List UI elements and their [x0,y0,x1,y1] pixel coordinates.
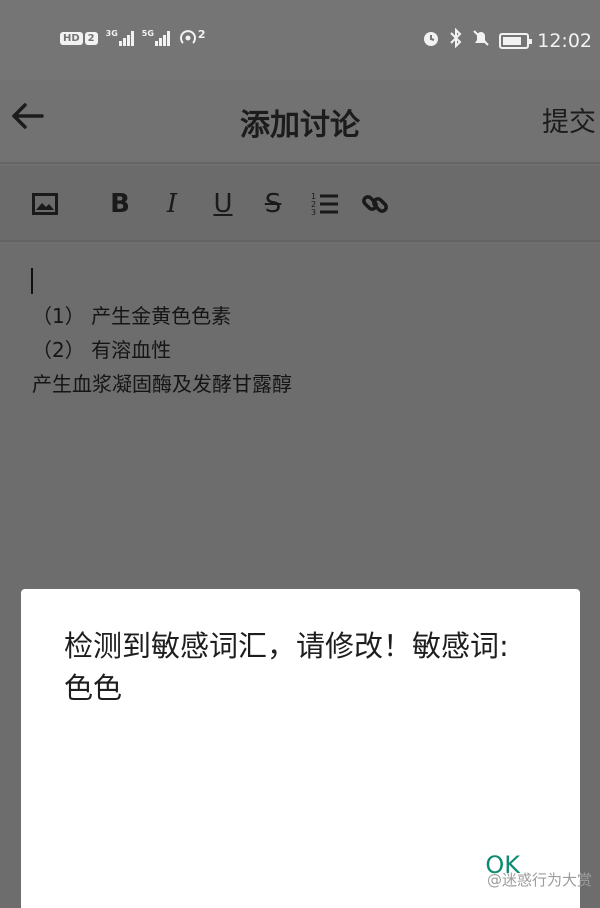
formatting-toolbar: B I U S 123 [0,166,600,242]
editor-line: （2） 有溶血性 [32,338,172,362]
status-bar: HD 2 3G 5G 2 12:02 [0,0,600,80]
submit-button[interactable]: 提交 [542,100,596,139]
network-type-label: 3G [105,29,118,38]
image-icon[interactable] [30,188,60,220]
app-bar: 添加讨论 提交 [0,80,600,164]
italic-button[interactable]: I [157,188,187,220]
bluetooth-icon [449,27,463,53]
signal-icon: 5G [142,30,170,46]
link-icon[interactable] [360,188,390,220]
signal-icon: 3G [106,30,134,46]
text-caret [31,268,33,294]
bold-button[interactable]: B [105,188,135,220]
hd-voice-indicator: HD 2 [60,31,98,45]
status-right-group: 12:02 [421,27,592,53]
network-type-label: 5G [141,29,154,38]
alert-dialog: 检测到敏感词汇，请修改！敏感词: 色色 OK [21,589,580,908]
battery-icon [499,32,533,49]
strikethrough-button[interactable]: S [258,188,288,220]
mute-icon [471,28,491,53]
ordered-list-icon[interactable]: 123 [310,188,340,220]
page-title: 添加讨论 [240,108,360,143]
status-time: 12:02 [537,29,592,52]
svg-text:3: 3 [311,208,316,217]
alarm-icon [421,28,441,53]
sim-label: 2 [84,31,98,45]
dialog-message: 检测到敏感词汇，请修改！敏感词: 色色 [64,629,509,705]
hotspot-count: 2 [197,28,206,41]
editor-line: （1） 产生金黄色色素 [32,304,232,328]
underline-button[interactable]: U [208,188,238,220]
hotspot-icon: 2 [178,28,206,48]
editor-line: 产生血浆凝固酶及发酵甘露醇 [32,372,292,396]
hd-label: HD [60,31,83,45]
watermark: @迷惑行为大赏 [486,871,592,889]
status-left-group: HD 2 3G 5G 2 [60,28,206,48]
